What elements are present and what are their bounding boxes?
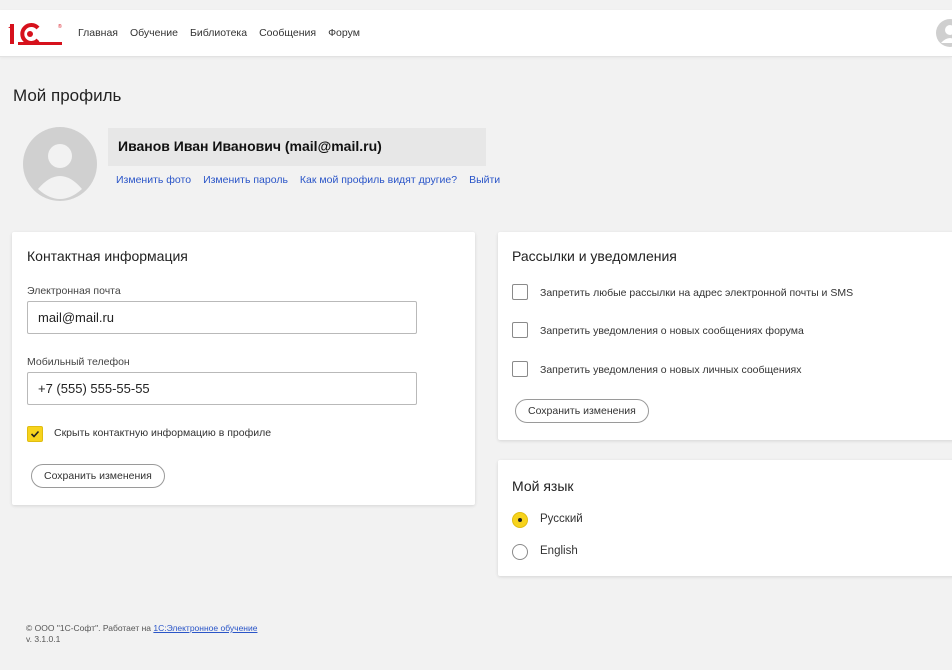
phone-input[interactable] [27,372,417,405]
block-forum-notifications-label: Запретить уведомления о новых сообщениях… [540,325,804,337]
notifications-title: Рассылки и уведомления [512,248,677,264]
language-english-label: English [540,545,578,557]
top-bar: ® Главная Обучение Библиотека Сообщения … [0,10,952,57]
block-mailings-label: Запретить любые рассылки на адрес электр… [540,287,854,299]
block-private-notifications-checkbox[interactable] [512,361,528,377]
notifications-card: Рассылки и уведомления Запретить любые р… [498,232,952,440]
contact-info-title: Контактная информация [27,248,188,264]
phone-label: Мобильный телефон [27,356,130,368]
email-label: Электронная почта [27,285,121,297]
change-photo-link[interactable]: Изменить фото [116,174,191,186]
user-name: Иванов Иван Иванович (mail@mail.ru) [118,138,382,154]
check-icon [30,430,40,438]
page-title: Мой профиль [13,86,122,105]
1c-logo[interactable]: ® [8,20,66,46]
footer-version: v. 3.1.0.1 [26,634,61,644]
block-private-notifications-label: Запретить уведомления о новых личных соо… [540,364,802,376]
language-english-radio[interactable] [512,544,528,560]
save-contact-button[interactable]: Сохранить изменения [31,464,165,488]
nav-home[interactable]: Главная [78,27,118,39]
language-card: Мой язык Русский English [498,460,952,576]
footer: © ООО "1С-Софт". Работает на 1С:Электрон… [26,623,257,645]
contact-info-card: Контактная информация Электронная почта … [12,232,475,505]
email-input[interactable] [27,301,417,334]
logout-link[interactable]: Выйти [469,174,500,186]
block-forum-notifications-checkbox[interactable] [512,322,528,338]
user-avatar-icon[interactable] [936,19,952,47]
nav-forum[interactable]: Форум [328,27,360,39]
main-nav: Главная Обучение Библиотека Сообщения Фо… [78,27,360,39]
public-profile-link[interactable]: Как мой профиль видят другие? [300,174,457,186]
language-russian-radio[interactable] [512,512,528,528]
save-notifications-button[interactable]: Сохранить изменения [515,399,649,423]
profile-avatar [23,127,97,201]
footer-copyright: © ООО "1С-Софт". Работает на [26,623,154,633]
svg-text:®: ® [58,23,62,30]
nav-learning[interactable]: Обучение [130,27,178,39]
hide-contact-label: Скрыть контактную информацию в профиле [54,427,272,439]
block-mailings-checkbox[interactable] [512,284,528,300]
footer-product-link[interactable]: 1С:Электронное обучение [153,623,257,633]
change-password-link[interactable]: Изменить пароль [203,174,288,186]
language-title: Мой язык [512,478,574,494]
profile-links: Изменить фото Изменить пароль Как мой пр… [116,174,500,186]
hide-contact-checkbox[interactable] [27,426,43,442]
nav-messages[interactable]: Сообщения [259,27,316,39]
nav-library[interactable]: Библиотека [190,27,247,39]
language-russian-label: Русский [540,513,583,525]
profile-name-box: Иванов Иван Иванович (mail@mail.ru) [108,128,486,166]
